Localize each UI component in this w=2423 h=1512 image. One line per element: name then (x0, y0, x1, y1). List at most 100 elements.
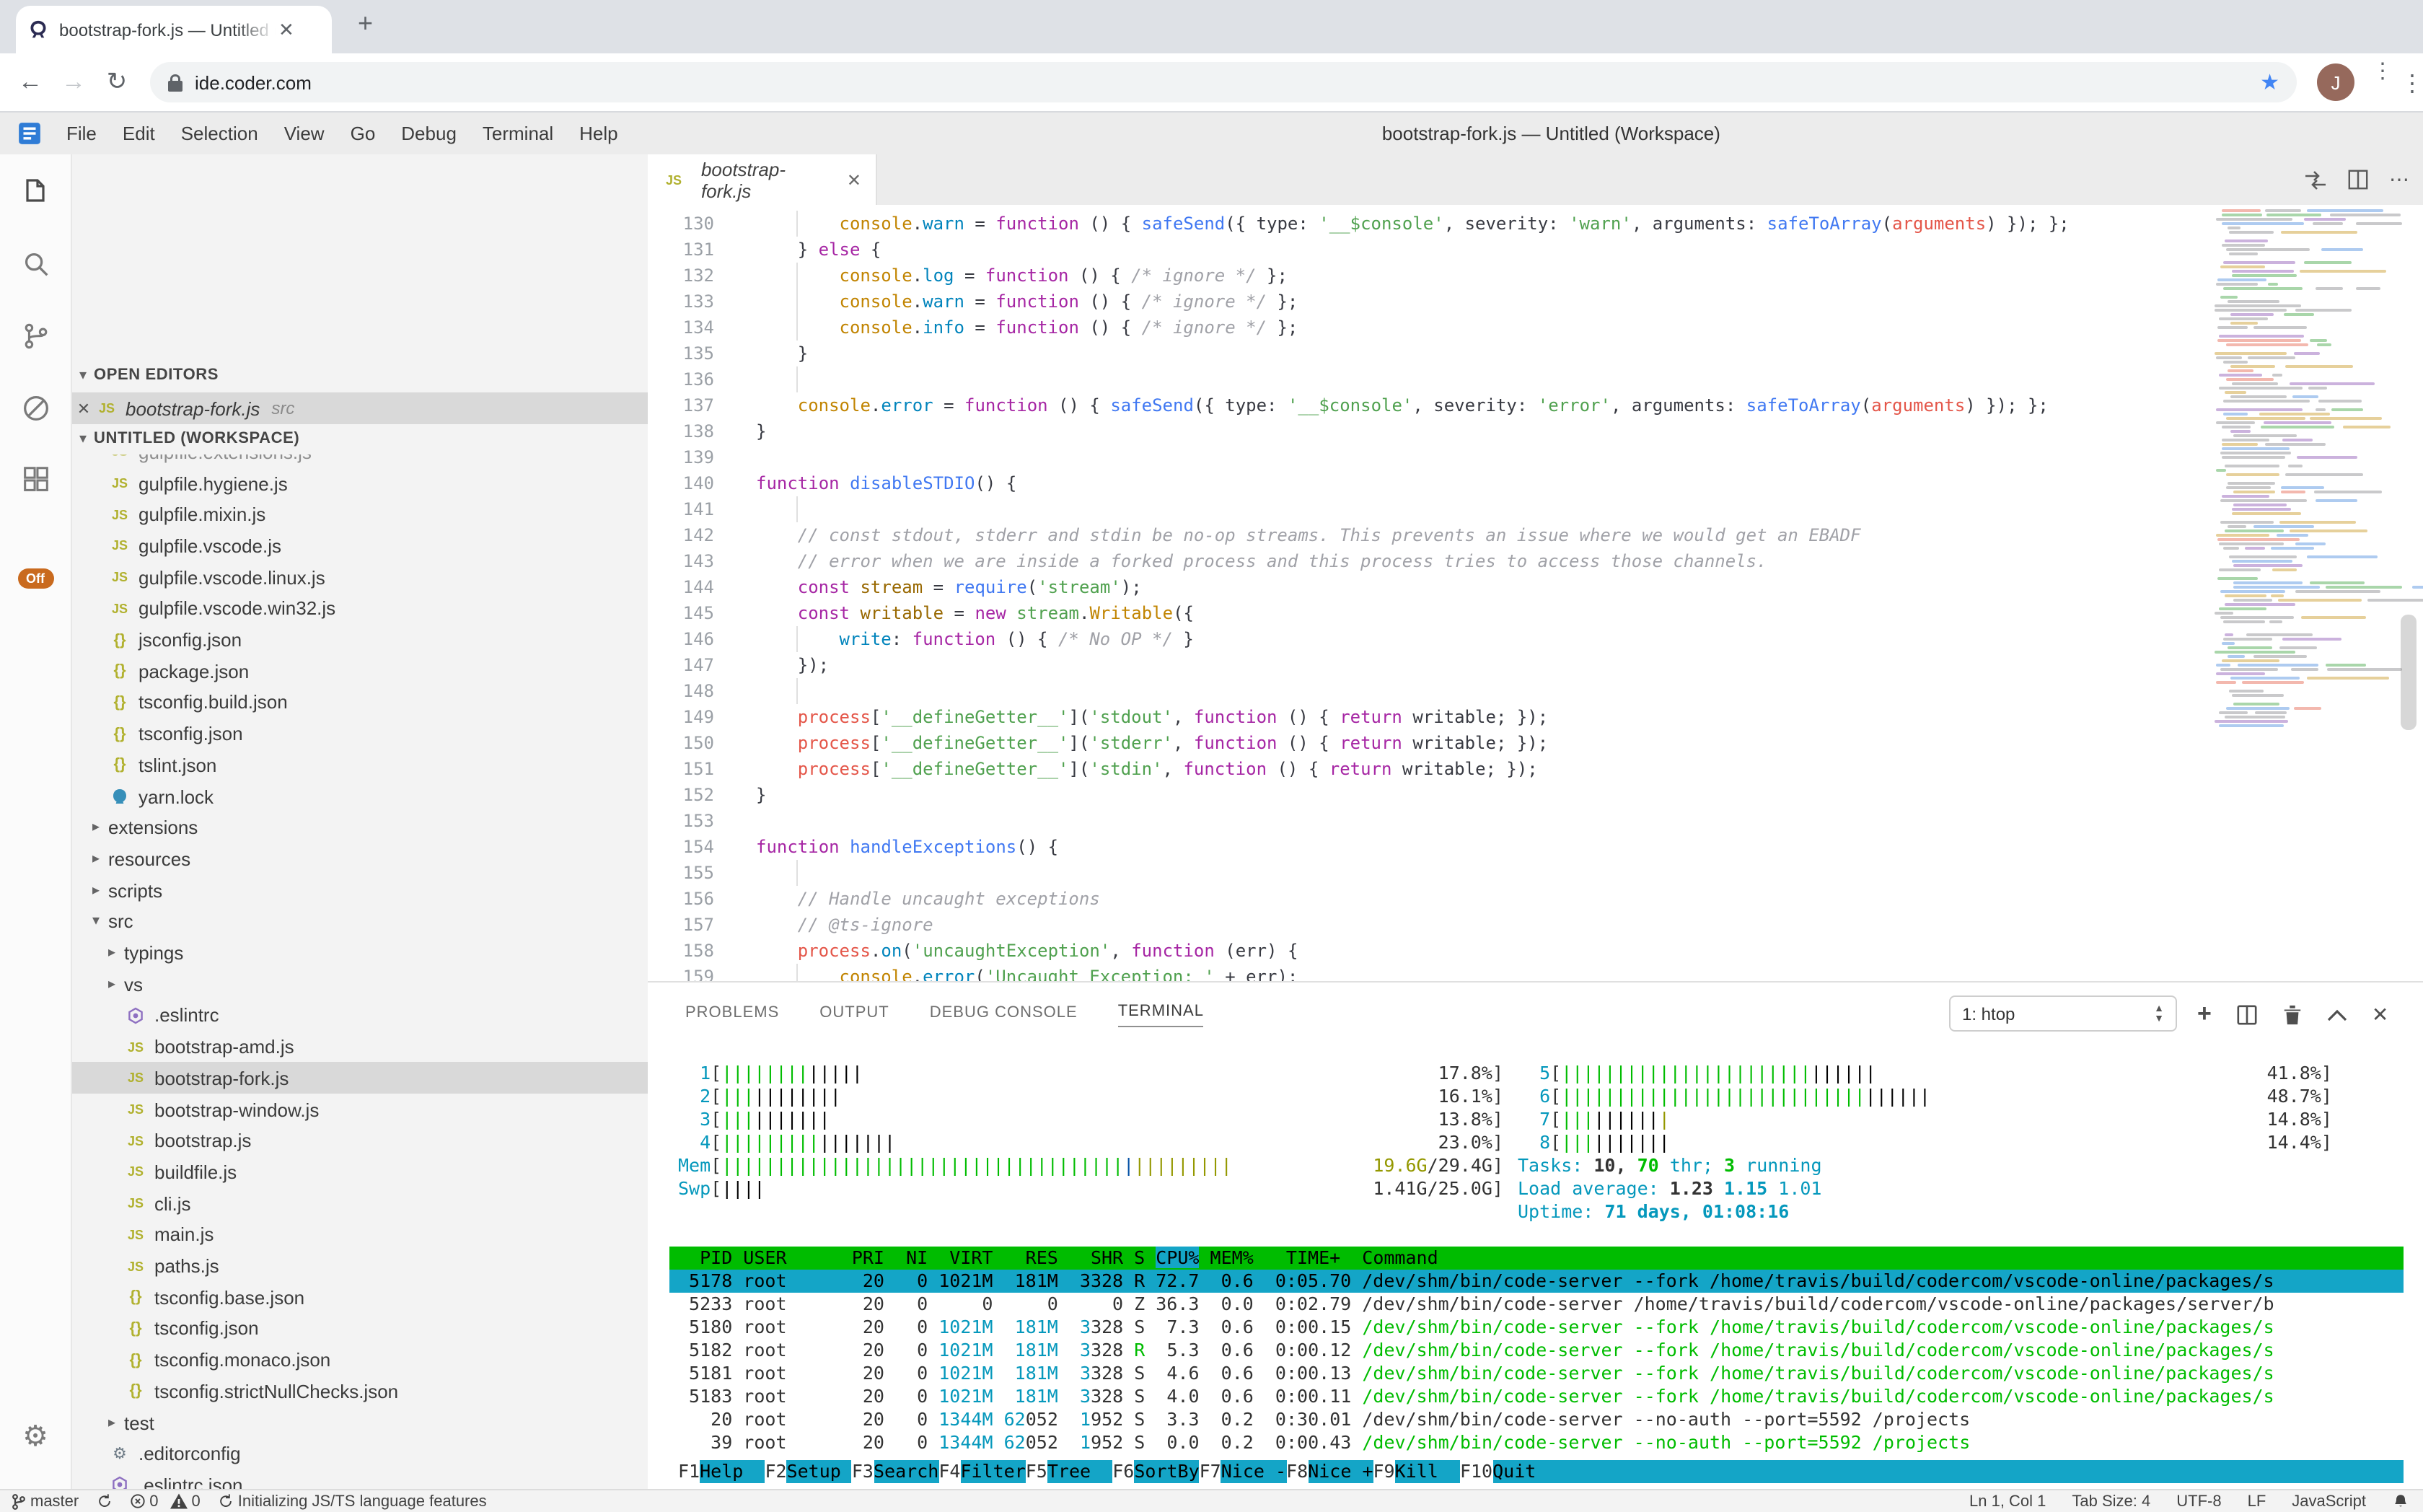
tree-file-.editorconfig[interactable]: ⚙.editorconfig (72, 1438, 648, 1469)
line-col-indicator[interactable]: Ln 1, Col 1 (1969, 1493, 2046, 1510)
tree-file-cli.js[interactable]: JScli.js (72, 1187, 648, 1219)
tree-file-tsconfig.build.json[interactable]: {}tsconfig.build.json (72, 687, 648, 718)
tree-folder-typings[interactable]: ▸typings (72, 937, 648, 969)
open-editor-item[interactable]: ✕JSbootstrap-fork.jssrc (72, 392, 648, 424)
terminal[interactable]: 1[||||||||||||| 17.8%] 2[||||||||||| 16.… (648, 1046, 2423, 1489)
language-indicator[interactable]: JavaScript (2292, 1493, 2366, 1510)
menu-debug[interactable]: Debug (388, 122, 470, 144)
menu-go[interactable]: Go (338, 122, 389, 144)
panel-tab-problems[interactable]: PROBLEMS (685, 1004, 779, 1024)
tree-file-gulpfile.vscode.win32.js[interactable]: JSgulpfile.vscode.win32.js (72, 593, 648, 625)
tree-file-package.json[interactable]: {}package.json (72, 655, 648, 687)
code-editor[interactable]: 130console.warn = function () { safeSend… (648, 205, 2212, 981)
tree-file-gulpfile.vscode.linux.js[interactable]: JSgulpfile.vscode.linux.js (72, 561, 648, 593)
tree-folder-test[interactable]: ▸test (72, 1407, 648, 1438)
tree-file-paths.js[interactable]: JSpaths.js (72, 1250, 648, 1282)
settings-gear-icon[interactable]: ⚙ (22, 1418, 48, 1453)
close-panel-icon[interactable]: ✕ (2372, 1002, 2388, 1027)
more-actions-icon[interactable]: ⋯ (2389, 167, 2409, 192)
section-open-editors[interactable]: ▾OPEN EDITORS (72, 359, 648, 391)
tree-file-main.js[interactable]: JSmain.js (72, 1219, 648, 1251)
tab-close-icon[interactable]: ✕ (278, 18, 294, 41)
tree-file-bootstrap-window.js[interactable]: JSbootstrap-window.js (72, 1094, 648, 1125)
tree-file-gulpfile.mixin.js[interactable]: JSgulpfile.mixin.js (72, 498, 648, 530)
forward-icon[interactable]: → (52, 68, 95, 97)
source-control-icon[interactable] (19, 320, 52, 353)
tree-file-gulpfile.vscode.js[interactable]: JSgulpfile.vscode.js (72, 530, 648, 562)
bookmark-star-icon[interactable]: ★ (2260, 69, 2279, 95)
panel-tab-terminal[interactable]: TERMINAL (1118, 1002, 1204, 1027)
debug-disabled-icon[interactable] (19, 392, 52, 425)
menu-selection[interactable]: Selection (168, 122, 271, 144)
terminal-select[interactable]: 1: htop ▲▼ (1949, 995, 2177, 1032)
menu-file[interactable]: File (53, 122, 110, 144)
yarn-file-icon (108, 788, 131, 805)
encoding-indicator[interactable]: UTF-8 (2176, 1493, 2221, 1510)
tree-file-tsconfig.monaco.json[interactable]: {}tsconfig.monaco.json (72, 1344, 648, 1376)
tree-file-tsconfig.base.json[interactable]: {}tsconfig.base.json (72, 1281, 648, 1313)
tree-file-tsconfig.strictNullChecks.json[interactable]: {}tsconfig.strictNullChecks.json (72, 1376, 648, 1407)
close-editor-icon[interactable]: ✕ (72, 399, 95, 418)
editor-tab-close-icon[interactable]: ✕ (847, 170, 861, 190)
item-label: bootstrap.js (154, 1130, 251, 1151)
back-icon[interactable]: ← (9, 68, 52, 97)
eol-indicator[interactable]: LF (2248, 1493, 2266, 1510)
reload-icon[interactable]: ↻ (95, 68, 138, 97)
extensions-icon[interactable] (19, 464, 52, 497)
tree-folder-scripts[interactable]: ▸scripts (72, 874, 648, 906)
search-icon[interactable] (19, 247, 52, 281)
git-branch-item[interactable]: master (12, 1493, 79, 1510)
maximize-panel-icon[interactable] (2327, 1008, 2347, 1021)
split-terminal-icon[interactable] (2236, 1003, 2258, 1025)
tree-file-tslint.json[interactable]: {}tslint.json (72, 750, 648, 781)
panel-tab-output[interactable]: OUTPUT (819, 1004, 889, 1024)
kill-terminal-icon[interactable] (2282, 1003, 2303, 1025)
tree-folder-extensions[interactable]: ▸extensions (72, 812, 648, 843)
browser-menu-icon[interactable]: ⋮ (2372, 57, 2393, 107)
tree-file-yarn.lock[interactable]: yarn.lock (72, 781, 648, 812)
off-badge[interactable]: Off (17, 564, 53, 590)
browser-tab[interactable]: bootstrap-fork.js — Untitled (W ✕ (16, 6, 332, 53)
folder-chevron-icon: ▸ (92, 851, 108, 867)
tree-file-.eslintrc[interactable]: .eslintrc (72, 1000, 648, 1032)
editor-tab[interactable]: JS bootstrap-fork.js ✕ (648, 154, 877, 205)
section-workspace[interactable]: ▾UNTITLED (WORKSPACE) (72, 423, 648, 454)
line-number: 159 (648, 964, 714, 981)
tree-folder-vs[interactable]: ▸vs (72, 968, 648, 1000)
split-editor-icon[interactable] (2347, 169, 2369, 190)
minimap[interactable] (2212, 205, 2392, 981)
tree-file-jsconfig.json[interactable]: {}jsconfig.json (72, 624, 648, 656)
tree-file-bootstrap.js[interactable]: JSbootstrap.js (72, 1125, 648, 1156)
menu-view[interactable]: View (271, 122, 338, 144)
new-tab-button[interactable]: + (358, 9, 373, 39)
code-line-133: 133console.warn = function () { /* ignor… (648, 289, 2212, 315)
panel-tab-debug-console[interactable]: DEBUG CONSOLE (930, 1004, 1078, 1024)
htop-function-key-bar[interactable]: F1Help F2Setup F3SearchF4FilterF5Tree F6… (669, 1460, 2404, 1483)
tree-file-bootstrap-fork.js[interactable]: JSbootstrap-fork.js (72, 1063, 648, 1094)
menu-terminal[interactable]: Terminal (470, 122, 566, 144)
address-bar[interactable]: ide.coder.com ★ (150, 62, 2297, 102)
tree-file-tsconfig.json[interactable]: {}tsconfig.json (72, 718, 648, 750)
problems-item[interactable]: 0 0 (129, 1493, 201, 1510)
tree-file-.eslintrc.json[interactable]: .eslintrc.json (72, 1469, 648, 1489)
tree-file-buildfile.js[interactable]: JSbuildfile.js (72, 1156, 648, 1188)
tree-file-gulpfile.hygiene.js[interactable]: JSgulpfile.hygiene.js (72, 467, 648, 499)
tree-folder-src[interactable]: ▾src (72, 906, 648, 938)
kebab-menu-icon[interactable]: ⋮ (2401, 69, 2423, 98)
explorer-title-row[interactable] (72, 169, 648, 201)
menu-edit[interactable]: Edit (110, 122, 168, 144)
htop-selected-row[interactable]: 5178 root 20 0 1021M 181M 3328 R 72.7 0.… (669, 1270, 2404, 1293)
new-terminal-icon[interactable]: + (2197, 1000, 2212, 1029)
tree-folder-resources[interactable]: ▸resources (72, 843, 648, 875)
tab-size-indicator[interactable]: Tab Size: 4 (2072, 1493, 2150, 1510)
sync-item[interactable] (96, 1493, 112, 1509)
tree-file-bootstrap-amd.js[interactable]: JSbootstrap-amd.js (72, 1031, 648, 1063)
menu-help[interactable]: Help (566, 122, 631, 144)
tree-file-tsconfig.json[interactable]: {}tsconfig.json (72, 1313, 648, 1345)
editor-scrollbar[interactable] (2401, 615, 2417, 730)
avatar[interactable]: J (2317, 63, 2354, 101)
item-label: .eslintrc.json (138, 1474, 243, 1489)
explorer-icon[interactable] (18, 175, 53, 209)
open-changes-icon[interactable] (2304, 168, 2327, 191)
notifications-bell-icon[interactable] (2392, 1493, 2409, 1510)
